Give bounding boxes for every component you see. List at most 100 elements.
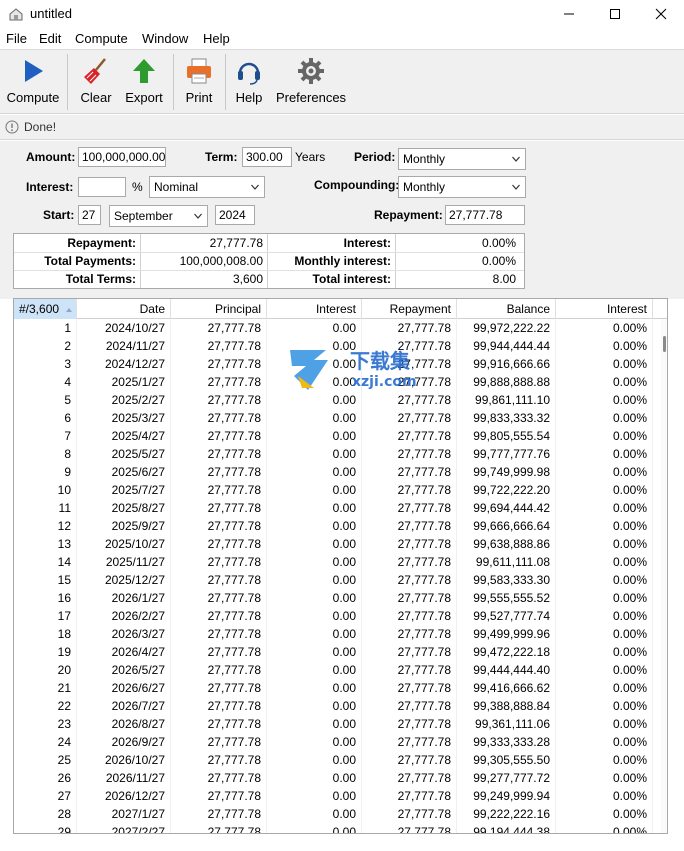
row-repayment-cell: 27,777.78 bbox=[362, 787, 457, 805]
scrollbar-thumb[interactable] bbox=[663, 336, 666, 352]
vertical-scrollbar[interactable] bbox=[661, 319, 667, 833]
table-row[interactable]: 18 2026/3/27 27,777.78 0.00 27,777.78 99,499,… bbox=[14, 625, 664, 643]
table-row[interactable]: 11 2025/8/27 27,777.78 0.00 27,777.78 99,694,… bbox=[14, 499, 664, 517]
menu-edit[interactable]: Edit bbox=[39, 31, 61, 46]
row-number-cell: 22 bbox=[14, 697, 77, 715]
period-label: Period: bbox=[354, 150, 396, 164]
row-principal-cell: 27,777.78 bbox=[171, 571, 267, 589]
start-month-value: September bbox=[114, 209, 173, 223]
period-select[interactable]: Monthly bbox=[398, 148, 526, 170]
clear-button[interactable]: Clear bbox=[76, 56, 116, 110]
row-repayment-cell: 27,777.78 bbox=[362, 571, 457, 589]
table-row[interactable]: 25 2026/10/27 27,777.78 0.00 27,777.78 99,305… bbox=[14, 751, 664, 769]
watermark-text-bottom: xzji.com bbox=[352, 374, 417, 390]
table-row[interactable]: 20 2026/5/27 27,777.78 0.00 27,777.78 99,444,… bbox=[14, 661, 664, 679]
row-balance-cell: 99,388,888.84 bbox=[457, 697, 556, 715]
maximize-button[interactable] bbox=[592, 0, 638, 28]
chevron-down-icon bbox=[194, 213, 202, 219]
table-row[interactable]: 17 2026/2/27 27,777.78 0.00 27,777.78 99,527,… bbox=[14, 607, 664, 625]
table-row[interactable]: 5 2025/2/27 27,777.78 0.00 27,777.78 99,861,1… bbox=[14, 391, 664, 409]
row-number-cell: 18 bbox=[14, 625, 77, 643]
table-row[interactable]: 29 2027/2/27 27,777.78 0.00 27,777.78 99,194,… bbox=[14, 823, 664, 833]
table-row[interactable]: 1 2024/10/27 27,777.78 0.00 27,777.78 99,972,… bbox=[14, 319, 664, 337]
row-interest-cell: 0.00 bbox=[267, 805, 362, 823]
table-row[interactable]: 23 2026/8/27 27,777.78 0.00 27,777.78 99,361,… bbox=[14, 715, 664, 733]
column-header-interest-rate[interactable]: Interest bbox=[556, 299, 653, 319]
table-row[interactable]: 15 2025/12/27 27,777.78 0.00 27,777.78 99,583… bbox=[14, 571, 664, 589]
table-row[interactable]: 26 2026/11/27 27,777.78 0.00 27,777.78 99,277… bbox=[14, 769, 664, 787]
table-row[interactable]: 19 2026/4/27 27,777.78 0.00 27,777.78 99,472,… bbox=[14, 643, 664, 661]
preferences-button[interactable]: Preferences bbox=[275, 56, 347, 110]
table-row[interactable]: 21 2026/6/27 27,777.78 0.00 27,777.78 99,416,… bbox=[14, 679, 664, 697]
term-field[interactable]: 300.00 bbox=[242, 147, 292, 167]
summary-total-payments-value: 100,000,008.00 bbox=[179, 254, 263, 268]
start-day-field[interactable]: 27 bbox=[78, 205, 101, 225]
row-interest-cell: 0.00 bbox=[267, 517, 362, 535]
menu-window[interactable]: Window bbox=[142, 31, 188, 46]
row-repayment-cell: 27,777.78 bbox=[362, 769, 457, 787]
row-repayment-cell: 27,777.78 bbox=[362, 391, 457, 409]
column-header-interest[interactable]: Interest bbox=[267, 299, 362, 319]
row-date-cell: 2027/2/27 bbox=[77, 823, 171, 833]
row-principal-cell: 27,777.78 bbox=[171, 553, 267, 571]
column-header-repayment[interactable]: Repayment bbox=[362, 299, 457, 319]
column-header-number[interactable]: #/3,600 bbox=[14, 299, 77, 319]
menu-file[interactable]: File bbox=[6, 31, 27, 46]
row-date-cell: 2026/9/27 bbox=[77, 733, 171, 751]
row-interest-cell: 0.00 bbox=[267, 553, 362, 571]
row-number-cell: 26 bbox=[14, 769, 77, 787]
watermark-logo: 下载集 xzji.com bbox=[290, 349, 417, 390]
table-row[interactable]: 10 2025/7/27 27,777.78 0.00 27,777.78 99,722,… bbox=[14, 481, 664, 499]
export-button[interactable]: Export bbox=[122, 56, 166, 110]
table-row[interactable]: 8 2025/5/27 27,777.78 0.00 27,777.78 99,777,7… bbox=[14, 445, 664, 463]
start-year-field[interactable]: 2024 bbox=[215, 205, 255, 225]
menu-help[interactable]: Help bbox=[203, 31, 230, 46]
table-row[interactable]: 28 2027/1/27 27,777.78 0.00 27,777.78 99,222,… bbox=[14, 805, 664, 823]
menu-compute[interactable]: Compute bbox=[75, 31, 128, 46]
close-button[interactable] bbox=[638, 0, 684, 28]
row-balance-cell: 99,861,111.10 bbox=[457, 391, 556, 409]
row-interest-rate-cell: 0.00% bbox=[556, 643, 653, 661]
row-principal-cell: 27,777.78 bbox=[171, 625, 267, 643]
row-repayment-cell: 27,777.78 bbox=[362, 661, 457, 679]
print-button[interactable]: Print bbox=[181, 56, 217, 110]
repayment-field[interactable]: 27,777.78 bbox=[445, 205, 525, 225]
row-date-cell: 2025/8/27 bbox=[77, 499, 171, 517]
table-row[interactable]: 14 2025/11/27 27,777.78 0.00 27,777.78 99,611… bbox=[14, 553, 664, 571]
column-header-date[interactable]: Date bbox=[77, 299, 171, 319]
row-interest-rate-cell: 0.00% bbox=[556, 319, 653, 337]
row-interest-rate-cell: 0.00% bbox=[556, 463, 653, 481]
row-balance-cell: 99,888,888.88 bbox=[457, 373, 556, 391]
row-repayment-cell: 27,777.78 bbox=[362, 715, 457, 733]
row-interest-cell: 0.00 bbox=[267, 445, 362, 463]
amount-field[interactable]: 100,000,000.00 bbox=[78, 147, 166, 167]
row-interest-cell: 0.00 bbox=[267, 733, 362, 751]
table-row[interactable]: 22 2026/7/27 27,777.78 0.00 27,777.78 99,388,… bbox=[14, 697, 664, 715]
start-month-select[interactable]: September bbox=[109, 205, 208, 227]
toolbar-separator bbox=[225, 54, 226, 110]
row-balance-cell: 99,916,666.66 bbox=[457, 355, 556, 373]
row-interest-rate-cell: 0.00% bbox=[556, 589, 653, 607]
row-repayment-cell: 27,777.78 bbox=[362, 319, 457, 337]
table-row[interactable]: 13 2025/10/27 27,777.78 0.00 27,777.78 99,638… bbox=[14, 535, 664, 553]
row-number-cell: 28 bbox=[14, 805, 77, 823]
row-principal-cell: 27,777.78 bbox=[171, 715, 267, 733]
table-row[interactable]: 27 2026/12/27 27,777.78 0.00 27,777.78 99,249… bbox=[14, 787, 664, 805]
table-row[interactable]: 9 2025/6/27 27,777.78 0.00 27,777.78 99,749,9… bbox=[14, 463, 664, 481]
compounding-select[interactable]: Monthly bbox=[398, 176, 526, 198]
table-row[interactable]: 6 2025/3/27 27,777.78 0.00 27,777.78 99,833,3… bbox=[14, 409, 664, 427]
interest-field[interactable] bbox=[78, 177, 126, 197]
table-row[interactable]: 24 2026/9/27 27,777.78 0.00 27,777.78 99,333,… bbox=[14, 733, 664, 751]
table-row[interactable]: 12 2025/9/27 27,777.78 0.00 27,777.78 99,666,… bbox=[14, 517, 664, 535]
row-interest-rate-cell: 0.00% bbox=[556, 661, 653, 679]
compute-button[interactable]: Compute bbox=[4, 56, 62, 110]
minimize-button[interactable] bbox=[546, 0, 592, 28]
interest-type-select[interactable]: Nominal bbox=[149, 176, 265, 198]
help-button[interactable]: Help bbox=[231, 56, 267, 110]
row-interest-rate-cell: 0.00% bbox=[556, 499, 653, 517]
table-row[interactable]: 7 2025/4/27 27,777.78 0.00 27,777.78 99,805,5… bbox=[14, 427, 664, 445]
table-row[interactable]: 16 2026/1/27 27,777.78 0.00 27,777.78 99,555,… bbox=[14, 589, 664, 607]
column-header-balance[interactable]: Balance bbox=[457, 299, 556, 319]
row-date-cell: 2025/5/27 bbox=[77, 445, 171, 463]
column-header-principal[interactable]: Principal bbox=[171, 299, 267, 319]
